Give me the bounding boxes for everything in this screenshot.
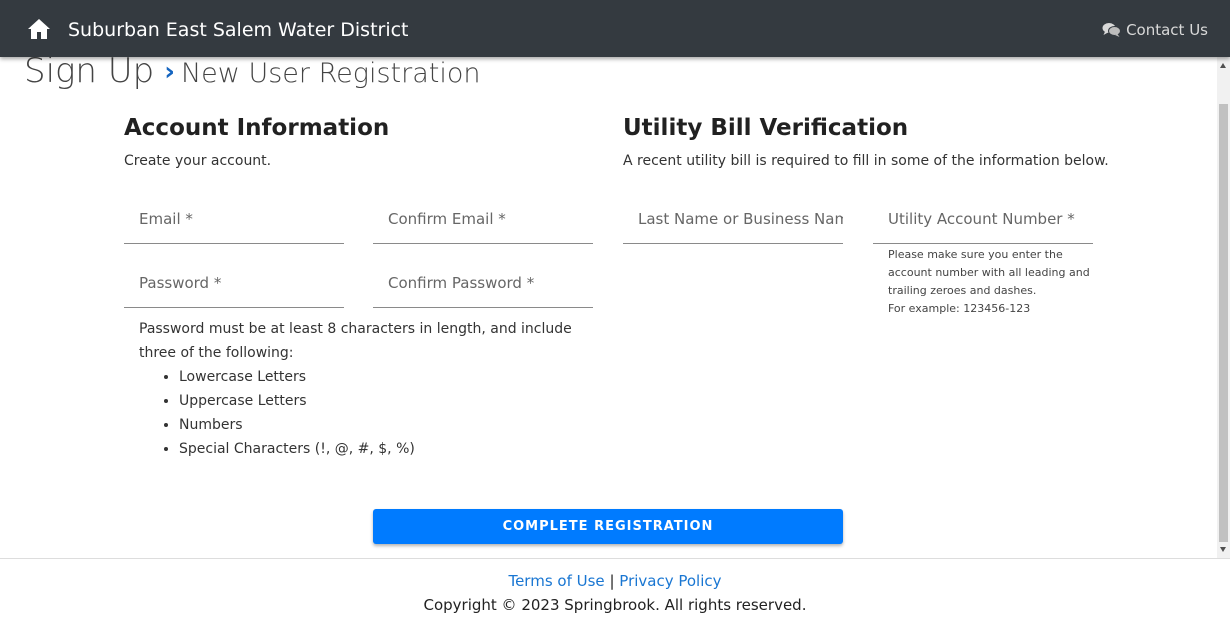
password-requirements: Password must be at least 8 characters i… [139,317,579,461]
confirm-password-input[interactable] [373,258,593,307]
list-item: Lowercase Letters [179,365,579,389]
complete-registration-button[interactable]: COMPLETE REGISTRATION [373,509,843,544]
verification-section-title: Utility Bill Verification [623,115,909,141]
account-number-field [873,194,1093,244]
privacy-policy-link[interactable]: Privacy Policy [619,572,721,590]
footer: Terms of Use | Privacy Policy Copyright … [0,558,1230,627]
site-brand[interactable]: Suburban East Salem Water District [68,18,409,42]
chevron-right-icon: › [164,57,175,87]
page-title-main: Sign Up [24,57,155,91]
list-item: Uppercase Letters [179,389,579,413]
list-item: Special Characters (!, @, #, $, %) [179,437,579,461]
password-input[interactable] [124,258,344,307]
verification-section-description: A recent utility bill is required to fil… [623,153,1109,169]
scroll-down-arrow-icon[interactable] [1220,547,1226,552]
main-content: Sign Up › New User Registration Account In… [0,57,1217,558]
footer-link-divider: | [609,572,615,590]
account-number-help: Please make sure you enter the account n… [888,246,1103,318]
password-field [124,258,344,308]
email-field [124,194,344,244]
account-section-title: Account Information [124,115,390,141]
top-navbar: Suburban East Salem Water District Conta… [0,0,1230,57]
page-title: Sign Up › New User Registration [24,57,480,96]
scrollbar-thumb[interactable] [1219,104,1228,542]
last-name-input[interactable] [623,194,843,243]
terms-of-use-link[interactable]: Terms of Use [508,572,604,590]
last-name-field [623,194,843,244]
confirm-email-input[interactable] [373,194,593,243]
password-rules-list: Lowercase Letters Uppercase Letters Numb… [139,365,579,461]
chat-bubbles-icon [1102,23,1122,37]
account-number-example: For example: 123456-123 [888,302,1031,315]
confirm-password-field [373,258,593,308]
password-rules-intro: Password must be at least 8 characters i… [139,321,572,361]
account-number-input[interactable] [873,194,1093,243]
account-section-description: Create your account. [124,153,272,169]
home-icon[interactable] [27,18,51,40]
page-subtitle: New User Registration [180,58,481,89]
scroll-up-arrow-icon[interactable] [1220,63,1226,68]
copyright-text: Copyright © 2023 Springbrook. All rights… [423,596,807,614]
email-input[interactable] [124,194,344,243]
account-number-help-text: Please make sure you enter the account n… [888,248,1090,297]
footer-links: Terms of Use | Privacy Policy [0,570,1230,592]
list-item: Numbers [179,413,579,437]
contact-us-label: Contact Us [1126,21,1208,39]
confirm-email-field [373,194,593,244]
vertical-scrollbar[interactable] [1217,57,1230,558]
contact-us-link[interactable]: Contact Us [1102,20,1208,40]
